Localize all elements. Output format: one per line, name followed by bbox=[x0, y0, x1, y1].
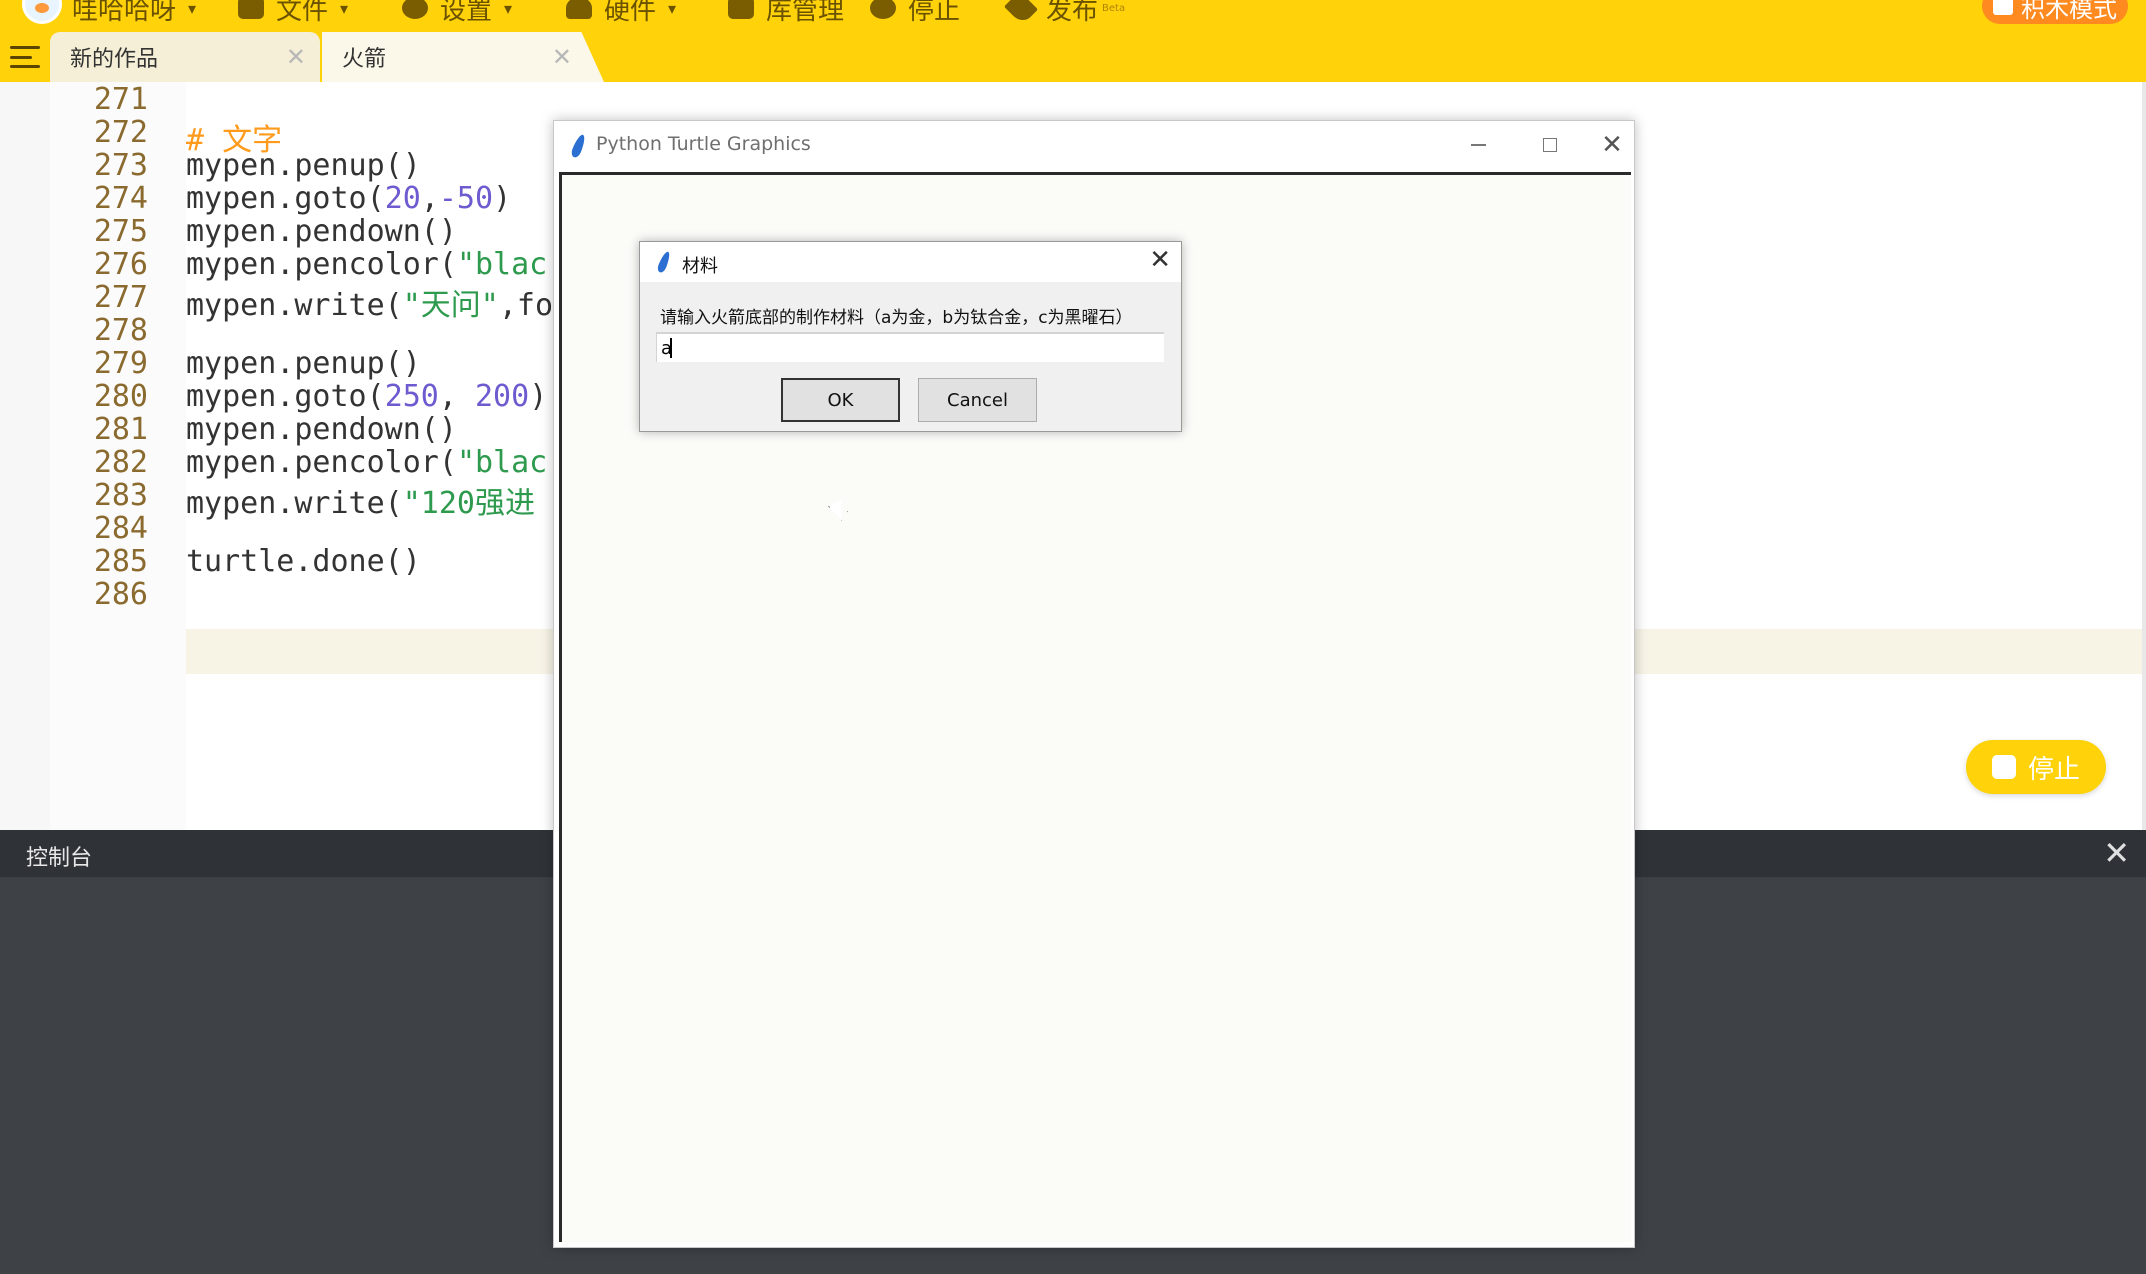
material-input-dialog: 材料 ✕ 请输入火箭底部的制作材料（a为金，b为钛合金，c为黑曜石） OK Ca… bbox=[639, 241, 1182, 432]
beta-badge: Beta bbox=[1102, 2, 1126, 14]
chevron-down-icon: ▾ bbox=[340, 0, 349, 18]
tab-close-icon[interactable]: ✕ bbox=[552, 43, 572, 71]
dialog-close-icon[interactable]: ✕ bbox=[1149, 245, 1171, 275]
code-line: 286 bbox=[0, 573, 560, 618]
stop-icon bbox=[1991, 755, 2016, 779]
menu-file-label: 文件 bbox=[276, 0, 329, 26]
chevron-down-icon: ▾ bbox=[188, 0, 197, 18]
dialog-title: 材料 bbox=[682, 256, 718, 277]
block-mode-button[interactable]: 积木模式 bbox=[1982, 0, 2128, 24]
dialog-titlebar[interactable]: 材料 ✕ bbox=[640, 242, 1181, 282]
menu-file[interactable]: 文件 ▾ bbox=[238, 0, 349, 26]
tab-close-icon[interactable]: ✕ bbox=[286, 43, 306, 71]
folder-icon bbox=[238, 0, 264, 19]
turtle-window-titlebar[interactable]: Python Turtle Graphics ✕ bbox=[554, 121, 1634, 171]
user-name: 哇哈哈呀 bbox=[72, 0, 177, 26]
cancel-button-label: Cancel bbox=[947, 389, 1008, 411]
rocket-icon bbox=[1004, 0, 1038, 25]
robot-icon bbox=[566, 0, 592, 19]
tab-label: 新的作品 bbox=[70, 47, 159, 72]
user-menu[interactable]: 哇哈哈呀 ▾ bbox=[72, 0, 197, 26]
feather-icon bbox=[569, 133, 588, 159]
menu-stop-label: 停止 bbox=[908, 0, 961, 26]
menu-toggle-icon[interactable] bbox=[10, 46, 40, 68]
menu-publish[interactable]: 发布 Beta bbox=[1004, 0, 1126, 26]
gear-icon bbox=[402, 0, 428, 19]
menu-library-label: 库管理 bbox=[766, 0, 845, 26]
material-input[interactable] bbox=[656, 332, 1164, 362]
blocks-icon bbox=[1993, 0, 2013, 15]
dialog-prompt: 请输入火箭底部的制作材料（a为金，b为钛合金，c为黑曜石） bbox=[660, 308, 1133, 328]
tab-new-work[interactable]: 新的作品 ✕ bbox=[50, 32, 320, 82]
line-number: 286 bbox=[93, 577, 148, 612]
maximize-icon bbox=[1543, 138, 1557, 152]
close-icon: ✕ bbox=[1601, 130, 1623, 160]
user-avatar[interactable] bbox=[22, 0, 62, 24]
menu-library[interactable]: 库管理 bbox=[728, 0, 844, 26]
box-icon bbox=[728, 0, 754, 19]
menu-settings[interactable]: 设置 ▾ bbox=[402, 0, 513, 26]
menu-hardware[interactable]: 硬件 ▾ bbox=[566, 0, 677, 26]
tab-label: 火箭 bbox=[342, 47, 387, 72]
stop-icon bbox=[870, 0, 896, 19]
turtle-window-title: Python Turtle Graphics bbox=[596, 133, 811, 155]
ok-button[interactable]: OK bbox=[781, 378, 900, 422]
stop-run-button[interactable]: 停止 bbox=[1966, 740, 2106, 794]
tab-rocket[interactable]: 火箭 ✕ bbox=[322, 32, 604, 82]
console-close-icon[interactable]: ✕ bbox=[2103, 834, 2130, 872]
feather-icon bbox=[656, 250, 672, 274]
menu-stop[interactable]: 停止 bbox=[870, 0, 960, 26]
close-window-button[interactable]: ✕ bbox=[1590, 129, 1634, 161]
console-title: 控制台 bbox=[26, 846, 93, 871]
menu-publish-label: 发布 bbox=[1046, 0, 1099, 26]
ok-button-label: OK bbox=[827, 389, 854, 411]
block-mode-label: 积木模式 bbox=[2021, 0, 2117, 23]
chevron-down-icon: ▾ bbox=[504, 0, 513, 18]
cancel-button[interactable]: Cancel bbox=[918, 378, 1037, 422]
menu-hardware-label: 硬件 bbox=[604, 0, 657, 26]
minimize-icon bbox=[1470, 144, 1486, 146]
stop-run-label: 停止 bbox=[2027, 754, 2080, 785]
chevron-down-icon: ▾ bbox=[668, 0, 677, 18]
text-caret bbox=[670, 338, 672, 358]
minimize-button[interactable] bbox=[1456, 129, 1500, 161]
editor-scrollbar[interactable] bbox=[2142, 82, 2146, 830]
maximize-button[interactable] bbox=[1528, 129, 1572, 161]
menu-settings-label: 设置 bbox=[440, 0, 493, 26]
top-menu-bar: 哇哈哈呀 ▾ 文件 ▾ 设置 ▾ 硬件 ▾ 库管理 停止 发布 Beta 积木模… bbox=[0, 0, 2146, 28]
tab-strip: 新的作品 ✕ 火箭 ✕ bbox=[0, 28, 2146, 82]
